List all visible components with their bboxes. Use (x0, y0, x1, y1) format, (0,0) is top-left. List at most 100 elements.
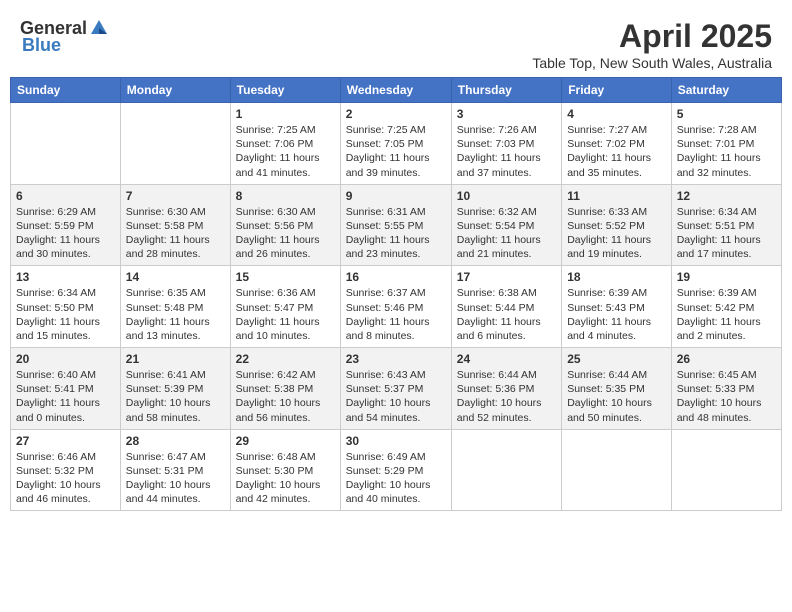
day-number: 27 (16, 434, 115, 448)
calendar-cell: 9Sunrise: 6:31 AM Sunset: 5:55 PM Daylig… (340, 184, 451, 266)
calendar-cell: 27Sunrise: 6:46 AM Sunset: 5:32 PM Dayli… (11, 429, 121, 511)
day-detail: Sunrise: 7:26 AM Sunset: 7:03 PM Dayligh… (457, 123, 556, 180)
calendar-cell (671, 429, 781, 511)
calendar-cell: 6 Sunrise: 6:29 AM Sunset: 5:59 PM Daylig… (11, 184, 121, 266)
day-detail: Sunrise: 6:47 AM Sunset: 5:31 PM Dayligh… (126, 450, 225, 507)
day-number: 6 (16, 189, 115, 203)
day-number: 9 (346, 189, 446, 203)
day-number: 1 (236, 107, 335, 121)
day-detail: Sunrise: 6:36 AM Sunset: 5:47 PM Dayligh… (236, 286, 335, 343)
week-row-2: 6 Sunrise: 6:29 AM Sunset: 5:59 PM Daylig… (11, 184, 782, 266)
day-number: 18 (567, 270, 666, 284)
day-number: 7 (126, 189, 225, 203)
day-detail: Sunrise: 6:34 AM Sunset: 5:50 PM Dayligh… (16, 286, 115, 343)
day-number: 10 (457, 189, 556, 203)
day-detail: Sunrise: 6:40 AM Sunset: 5:41 PM Dayligh… (16, 368, 115, 425)
day-number: 26 (677, 352, 776, 366)
day-number: 11 (567, 189, 666, 203)
day-number: 20 (16, 352, 115, 366)
calendar-cell: 11 Sunrise: 6:33 AM Sunset: 5:52 PM Dayli… (562, 184, 672, 266)
calendar-cell: 23 Sunrise: 6:43 AM Sunset: 5:37 PM Dayli… (340, 348, 451, 430)
day-number: 16 (346, 270, 446, 284)
column-header-friday: Friday (562, 78, 672, 103)
day-detail: Sunrise: 6:29 AM Sunset: 5:59 PM Dayligh… (16, 205, 115, 262)
day-number: 19 (677, 270, 776, 284)
day-detail: Sunrise: 6:33 AM Sunset: 5:52 PM Dayligh… (567, 205, 666, 262)
day-number: 13 (16, 270, 115, 284)
subtitle: Table Top, New South Wales, Australia (532, 55, 772, 71)
calendar-cell: 21 Sunrise: 6:41 AM Sunset: 5:39 PM Dayli… (120, 348, 230, 430)
calendar-cell: 8 Sunrise: 6:30 AM Sunset: 5:56 PM Daylig… (230, 184, 340, 266)
week-row-3: 13 Sunrise: 6:34 AM Sunset: 5:50 PM Dayli… (11, 266, 782, 348)
day-number: 22 (236, 352, 335, 366)
day-detail: Sunrise: 6:43 AM Sunset: 5:37 PM Dayligh… (346, 368, 446, 425)
calendar-cell: 29Sunrise: 6:48 AM Sunset: 5:30 PM Dayli… (230, 429, 340, 511)
calendar-cell (120, 103, 230, 185)
calendar-header-row: SundayMondayTuesdayWednesdayThursdayFrid… (11, 78, 782, 103)
column-header-monday: Monday (120, 78, 230, 103)
calendar-cell (11, 103, 121, 185)
day-detail: Sunrise: 6:41 AM Sunset: 5:39 PM Dayligh… (126, 368, 225, 425)
calendar-cell: 7 Sunrise: 6:30 AM Sunset: 5:58 PM Daylig… (120, 184, 230, 266)
calendar-cell: 17Sunrise: 6:38 AM Sunset: 5:44 PM Dayli… (451, 266, 561, 348)
day-number: 30 (346, 434, 446, 448)
calendar-cell: 16 Sunrise: 6:37 AM Sunset: 5:46 PM Dayli… (340, 266, 451, 348)
calendar-cell: 26 Sunrise: 6:45 AM Sunset: 5:33 PM Dayli… (671, 348, 781, 430)
day-number: 5 (677, 107, 776, 121)
day-detail: Sunrise: 6:42 AM Sunset: 5:38 PM Dayligh… (236, 368, 335, 425)
day-number: 17 (457, 270, 556, 284)
week-row-1: 1 Sunrise: 7:25 AM Sunset: 7:06 PM Daylig… (11, 103, 782, 185)
day-detail: Sunrise: 6:30 AM Sunset: 5:56 PM Dayligh… (236, 205, 335, 262)
day-detail: Sunrise: 6:44 AM Sunset: 5:35 PM Dayligh… (567, 368, 666, 425)
day-detail: Sunrise: 6:49 AM Sunset: 5:29 PM Dayligh… (346, 450, 446, 507)
calendar-cell (562, 429, 672, 511)
day-detail: Sunrise: 7:27 AM Sunset: 7:02 PM Dayligh… (567, 123, 666, 180)
calendar-cell: 25 Sunrise: 6:44 AM Sunset: 5:35 PM Dayli… (562, 348, 672, 430)
main-title: April 2025 (532, 18, 772, 55)
day-number: 21 (126, 352, 225, 366)
logo: General Blue (20, 18, 109, 56)
day-number: 4 (567, 107, 666, 121)
logo-blue-text: Blue (22, 35, 61, 56)
column-header-sunday: Sunday (11, 78, 121, 103)
day-number: 15 (236, 270, 335, 284)
day-detail: Sunrise: 7:25 AM Sunset: 7:06 PM Dayligh… (236, 123, 335, 180)
day-detail: Sunrise: 7:25 AM Sunset: 7:05 PM Dayligh… (346, 123, 446, 180)
week-row-5: 27Sunrise: 6:46 AM Sunset: 5:32 PM Dayli… (11, 429, 782, 511)
calendar-cell: 30 Sunrise: 6:49 AM Sunset: 5:29 PM Dayli… (340, 429, 451, 511)
day-number: 23 (346, 352, 446, 366)
day-number: 3 (457, 107, 556, 121)
day-number: 24 (457, 352, 556, 366)
calendar-cell: 15 Sunrise: 6:36 AM Sunset: 5:47 PM Dayli… (230, 266, 340, 348)
day-number: 25 (567, 352, 666, 366)
day-detail: Sunrise: 6:30 AM Sunset: 5:58 PM Dayligh… (126, 205, 225, 262)
calendar-cell: 19 Sunrise: 6:39 AM Sunset: 5:42 PM Dayli… (671, 266, 781, 348)
day-number: 29 (236, 434, 335, 448)
day-detail: Sunrise: 6:44 AM Sunset: 5:36 PM Dayligh… (457, 368, 556, 425)
day-number: 8 (236, 189, 335, 203)
day-detail: Sunrise: 6:45 AM Sunset: 5:33 PM Dayligh… (677, 368, 776, 425)
calendar-cell: 5Sunrise: 7:28 AM Sunset: 7:01 PM Daylig… (671, 103, 781, 185)
calendar-table: SundayMondayTuesdayWednesdayThursdayFrid… (10, 77, 782, 511)
calendar-cell: 28Sunrise: 6:47 AM Sunset: 5:31 PM Dayli… (120, 429, 230, 511)
page-header: General Blue April 2025 Table Top, New S… (10, 10, 782, 77)
day-detail: Sunrise: 6:35 AM Sunset: 5:48 PM Dayligh… (126, 286, 225, 343)
column-header-thursday: Thursday (451, 78, 561, 103)
calendar-cell: 1 Sunrise: 7:25 AM Sunset: 7:06 PM Daylig… (230, 103, 340, 185)
calendar-cell: 4 Sunrise: 7:27 AM Sunset: 7:02 PM Daylig… (562, 103, 672, 185)
calendar-cell: 18Sunrise: 6:39 AM Sunset: 5:43 PM Dayli… (562, 266, 672, 348)
calendar-cell: 12Sunrise: 6:34 AM Sunset: 5:51 PM Dayli… (671, 184, 781, 266)
calendar-cell: 2Sunrise: 7:25 AM Sunset: 7:05 PM Daylig… (340, 103, 451, 185)
column-header-wednesday: Wednesday (340, 78, 451, 103)
calendar-cell: 22 Sunrise: 6:42 AM Sunset: 5:38 PM Dayli… (230, 348, 340, 430)
column-header-saturday: Saturday (671, 78, 781, 103)
day-detail: Sunrise: 6:37 AM Sunset: 5:46 PM Dayligh… (346, 286, 446, 343)
calendar-cell (451, 429, 561, 511)
week-row-4: 20 Sunrise: 6:40 AM Sunset: 5:41 PM Dayli… (11, 348, 782, 430)
day-detail: Sunrise: 6:32 AM Sunset: 5:54 PM Dayligh… (457, 205, 556, 262)
day-detail: Sunrise: 6:39 AM Sunset: 5:42 PM Dayligh… (677, 286, 776, 343)
column-header-tuesday: Tuesday (230, 78, 340, 103)
calendar-cell: 13 Sunrise: 6:34 AM Sunset: 5:50 PM Dayli… (11, 266, 121, 348)
logo-icon (89, 18, 109, 38)
calendar-cell: 10 Sunrise: 6:32 AM Sunset: 5:54 PM Dayli… (451, 184, 561, 266)
